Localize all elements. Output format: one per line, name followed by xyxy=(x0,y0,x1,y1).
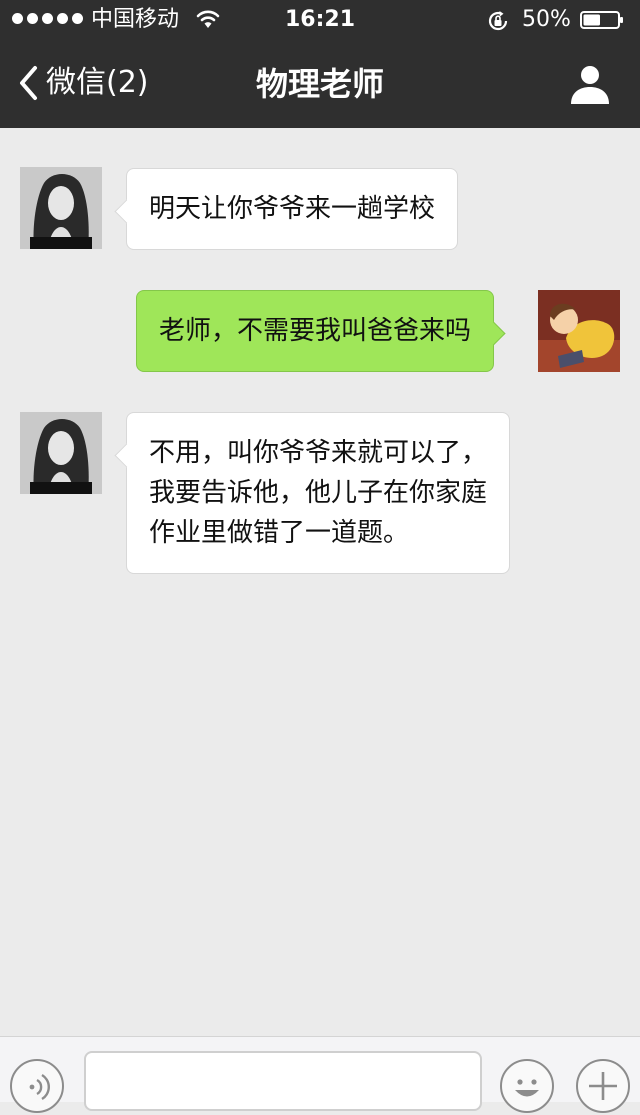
chat-title: 物理老师 xyxy=(255,65,384,103)
message-text-line: 作业里做错了一道题。 xyxy=(149,518,410,548)
orientation-lock-icon xyxy=(488,11,508,31)
bubble-tail xyxy=(114,443,139,468)
message-bubble-incoming[interactable]: 明天让你爷爷来一趟学校 xyxy=(114,168,459,250)
bubble-tail xyxy=(114,199,139,224)
bubble-tail xyxy=(481,321,506,346)
battery-percent: 50% xyxy=(522,7,571,32)
teacher-portrait xyxy=(20,412,102,494)
battery-icon xyxy=(580,11,623,29)
plus-icon xyxy=(589,1072,617,1100)
voice-input-button[interactable] xyxy=(10,1059,64,1113)
contact-profile-icon[interactable] xyxy=(568,62,612,106)
message-bubble-incoming[interactable]: 不用，叫你爷爷来就可以了， 我要告诉他，他儿子在你家庭 作业里做错了一道题。 xyxy=(114,412,511,574)
emoji-button[interactable] xyxy=(500,1059,554,1113)
teacher-avatar[interactable] xyxy=(20,412,102,494)
voice-input-icon xyxy=(29,1073,50,1101)
emoji-icon xyxy=(515,1079,539,1097)
teacher-portrait xyxy=(20,167,102,249)
message-text: 明天让你爷爷来一趟学校 xyxy=(149,194,436,224)
message-input[interactable] xyxy=(84,1051,482,1111)
top-bar: 中国移动 16:21 50% 微信(2) 物理老师 xyxy=(0,0,640,128)
my-avatar[interactable] xyxy=(538,290,620,372)
teacher-avatar[interactable] xyxy=(20,167,102,249)
nav-bar: 微信(2) 物理老师 xyxy=(0,40,640,128)
my-cartoon-portrait xyxy=(538,290,620,372)
status-bar: 中国移动 16:21 50% xyxy=(0,0,640,40)
more-options-button[interactable] xyxy=(576,1059,630,1113)
message-text-line: 我要告诉他，他儿子在你家庭 xyxy=(149,478,488,508)
message-bubble-outgoing[interactable]: 老师，不需要我叫爸爸来吗 xyxy=(136,290,506,372)
input-bar xyxy=(0,1036,640,1113)
message-text: 老师，不需要我叫爸爸来吗 xyxy=(159,316,472,346)
message-text-line: 不用，叫你爷爷来就可以了， xyxy=(149,438,488,468)
